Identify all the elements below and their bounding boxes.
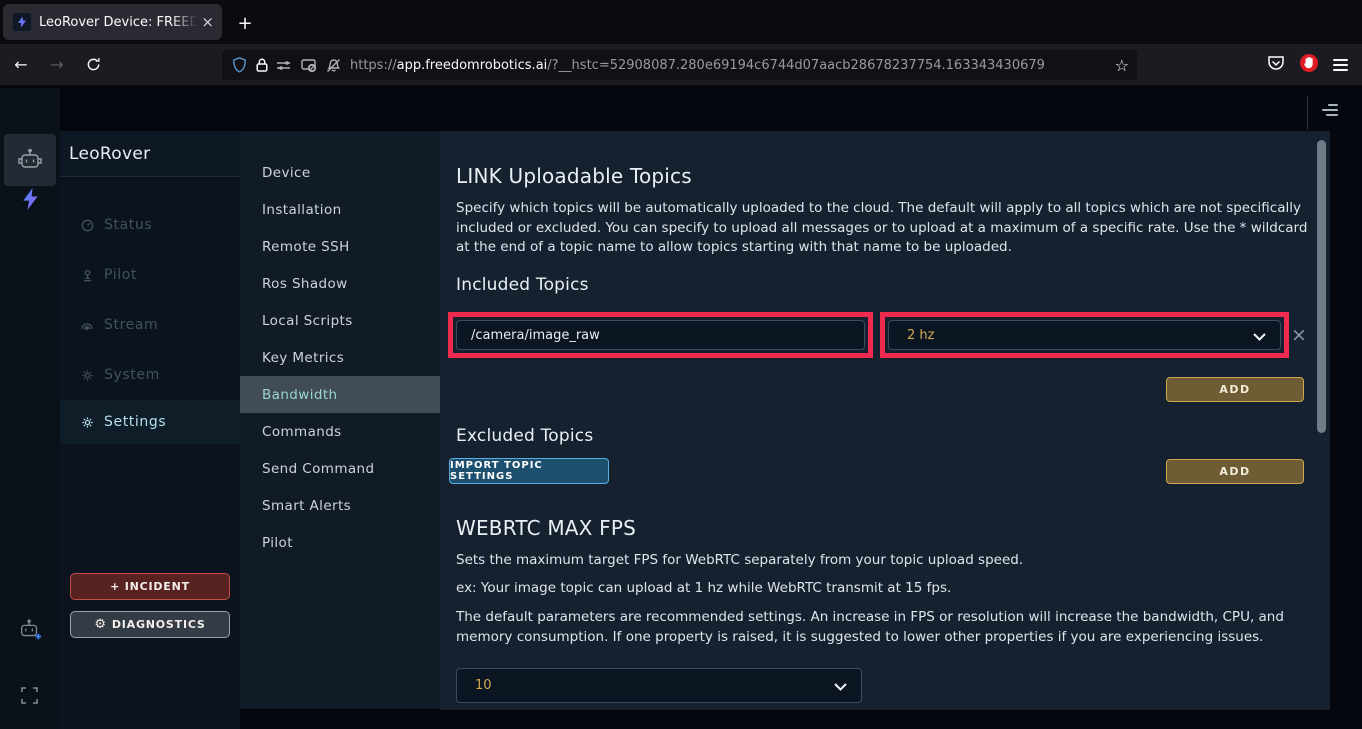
remove-topic-button[interactable]: × bbox=[1291, 326, 1307, 345]
app-left-rail bbox=[0, 88, 60, 729]
included-topic-input[interactable] bbox=[456, 320, 865, 350]
tracking-protection-shield-icon[interactable] bbox=[232, 57, 247, 73]
settings-nav-item-ros-shadow[interactable]: Ros Shadow bbox=[240, 265, 440, 302]
settings-nav-item-commands[interactable]: Commands bbox=[240, 413, 440, 450]
tab-title: LeoRover Device: FREED bbox=[39, 15, 197, 30]
excluded-add-button[interactable]: ADD bbox=[1166, 459, 1304, 484]
sidebar-item-pilot[interactable]: Pilot bbox=[60, 250, 240, 300]
sidebar-item-stream[interactable]: Stream bbox=[60, 300, 240, 350]
bookmark-star-icon[interactable]: ☆ bbox=[1115, 56, 1129, 75]
settings-nav-item-pilot[interactable]: Pilot bbox=[240, 524, 440, 561]
sidebar-item-label: Stream bbox=[104, 317, 158, 333]
bandwidth-settings-panel: LINK Uploadable Topics Specify which top… bbox=[440, 131, 1330, 710]
browser-toolbar: ← → http bbox=[0, 44, 1362, 86]
rate-select[interactable]: 2 hz bbox=[888, 320, 1281, 350]
topbar-divider bbox=[1307, 96, 1308, 130]
settings-nav-item-device[interactable]: Device bbox=[240, 154, 440, 191]
content-scrollbar[interactable] bbox=[1317, 140, 1326, 433]
sidebar-item-label: System bbox=[104, 367, 160, 383]
diagnostics-gears-icon: ⚙ bbox=[94, 617, 106, 632]
url-bar[interactable]: https://app.freedomrobotics.ai/?__hstc=5… bbox=[222, 50, 1137, 80]
excluded-topics-title: Excluded Topics bbox=[456, 426, 593, 446]
sidebar-item-label: Status bbox=[104, 217, 152, 233]
settings-nav-item-local-scripts[interactable]: Local Scripts bbox=[240, 302, 440, 339]
topic-input-highlight bbox=[448, 312, 873, 358]
rate-select-value: 2 hz bbox=[907, 328, 1253, 343]
settings-nav-item-send-command[interactable]: Send Command bbox=[240, 450, 440, 487]
chevron-down-icon bbox=[1253, 326, 1266, 345]
system-gear-icon bbox=[80, 369, 94, 382]
settings-nav-item-key-metrics[interactable]: Key Metrics bbox=[240, 339, 440, 376]
tab-close-icon[interactable]: × bbox=[201, 15, 214, 30]
back-button[interactable]: ← bbox=[6, 51, 36, 79]
included-topics-title: Included Topics bbox=[456, 275, 589, 295]
forward-button[interactable]: → bbox=[42, 51, 72, 79]
url-text: https://app.freedomrobotics.ai/?__hstc=5… bbox=[350, 58, 1109, 73]
webrtc-fps-select-wrap: 10 bbox=[456, 668, 862, 703]
webrtc-fps-value: 10 bbox=[475, 678, 834, 693]
browser-tab[interactable]: LeoRover Device: FREED × bbox=[3, 4, 222, 40]
webrtc-line1: Sets the maximum target FPS for WebRTC s… bbox=[456, 551, 1316, 571]
adblock-hand-extension-icon[interactable] bbox=[1299, 53, 1319, 77]
fullscreen-icon[interactable] bbox=[21, 687, 38, 708]
device-robot-button[interactable] bbox=[4, 134, 56, 186]
site-favicon-bolt-icon bbox=[13, 13, 31, 31]
link-uploadable-topics-title: LINK Uploadable Topics bbox=[456, 164, 692, 188]
panel-toggle-icon[interactable] bbox=[1322, 104, 1338, 116]
included-add-button[interactable]: ADD bbox=[1166, 377, 1304, 402]
webrtc-line2: ex: Your image topic can upload at 1 hz … bbox=[456, 579, 1316, 599]
settings-nav-item-bandwidth[interactable]: Bandwidth bbox=[240, 376, 440, 413]
settings-nav: Device Installation Remote SSH Ros Shado… bbox=[240, 131, 440, 709]
reload-button[interactable] bbox=[78, 51, 108, 79]
settings-nav-item-smart-alerts[interactable]: Smart Alerts bbox=[240, 487, 440, 524]
lock-icon[interactable] bbox=[256, 58, 268, 72]
status-gauge-icon bbox=[80, 219, 94, 232]
freedom-bolt-icon[interactable] bbox=[20, 187, 40, 215]
rate-select-highlight: 2 hz bbox=[880, 312, 1289, 358]
link-uploadable-topics-description: Specify which topics will be automatical… bbox=[456, 199, 1312, 258]
webrtc-max-fps-title: WEBRTC MAX FPS bbox=[456, 516, 636, 540]
pocket-icon[interactable] bbox=[1267, 55, 1285, 76]
device-header: LeoRover bbox=[60, 131, 240, 177]
notifications-blocked-icon[interactable] bbox=[326, 58, 341, 73]
sidebar-item-status[interactable]: Status bbox=[60, 200, 240, 250]
settings-nav-item-installation[interactable]: Installation bbox=[240, 191, 440, 228]
webrtc-line3: The default parameters are recommended s… bbox=[456, 608, 1324, 647]
settings-nav-item-remote-ssh[interactable]: Remote SSH bbox=[240, 228, 440, 265]
chevron-down-icon bbox=[834, 676, 847, 695]
add-device-icon[interactable] bbox=[17, 618, 43, 646]
diagnostics-button[interactable]: ⚙ DIAGNOSTICS bbox=[70, 611, 230, 638]
sidebar-item-label: Settings bbox=[104, 414, 166, 430]
new-tab-button[interactable]: + bbox=[232, 10, 258, 36]
autoplay-blocked-icon[interactable] bbox=[301, 58, 317, 72]
stream-waves-icon bbox=[80, 319, 94, 331]
device-sidebar: LeoRover Status Pilot Stream System bbox=[60, 131, 240, 729]
sidebar-item-system[interactable]: System bbox=[60, 350, 240, 400]
browser-tab-bar: LeoRover Device: FREED × + bbox=[0, 0, 1362, 44]
import-topic-settings-button[interactable]: IMPORT TOPIC SETTINGS bbox=[449, 458, 609, 484]
device-name: LeoRover bbox=[69, 144, 150, 164]
webrtc-fps-select[interactable]: 10 bbox=[456, 668, 862, 703]
sidebar-item-settings[interactable]: Settings bbox=[60, 400, 240, 444]
sidebar-item-label: Pilot bbox=[104, 267, 137, 283]
pilot-joystick-icon bbox=[80, 269, 94, 282]
permissions-sliders-icon[interactable] bbox=[277, 59, 292, 71]
incident-button[interactable]: + INCIDENT bbox=[70, 573, 230, 600]
menu-hamburger-icon[interactable] bbox=[1333, 59, 1348, 71]
settings-gear-icon bbox=[80, 416, 94, 429]
